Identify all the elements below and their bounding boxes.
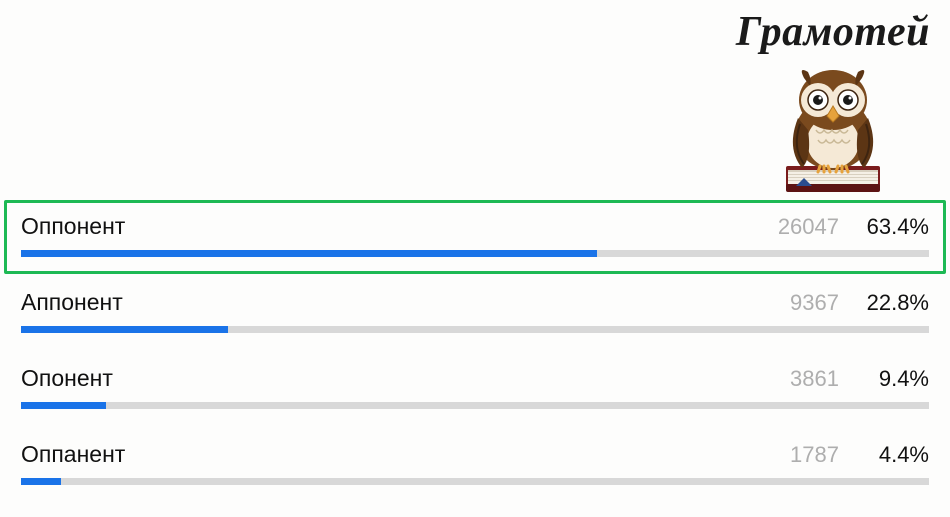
option-row-correct[interactable]: Оппонент 26047 63.4% (4, 200, 946, 274)
vote-percent: 9.4% (859, 366, 929, 392)
option-label: Аппонент (21, 289, 123, 316)
option-header: Аппонент 9367 22.8% (21, 289, 929, 316)
progress-fill (21, 250, 597, 257)
option-header: Опонент 3861 9.4% (21, 365, 929, 392)
vote-percent: 22.8% (859, 290, 929, 316)
option-row[interactable]: Аппонент 9367 22.8% (4, 276, 946, 350)
option-stats: 1787 4.4% (790, 442, 929, 468)
option-label: Оппонент (21, 213, 125, 240)
progress-fill (21, 478, 61, 485)
option-stats: 9367 22.8% (790, 290, 929, 316)
vote-percent: 63.4% (859, 214, 929, 240)
brand-header: Грамотей (736, 8, 930, 203)
option-stats: 26047 63.4% (778, 214, 929, 240)
progress-track (21, 250, 929, 257)
option-label: Опонент (21, 365, 113, 392)
spelling-options: Оппонент 26047 63.4% Аппонент 9367 22.8%… (4, 200, 946, 504)
vote-count: 9367 (790, 290, 839, 316)
vote-percent: 4.4% (859, 442, 929, 468)
progress-fill (21, 326, 228, 333)
option-stats: 3861 9.4% (790, 366, 929, 392)
progress-track (21, 402, 929, 409)
progress-track (21, 326, 929, 333)
option-header: Оппонент 26047 63.4% (21, 213, 929, 240)
option-row[interactable]: Оппанент 1787 4.4% (4, 428, 946, 502)
progress-fill (21, 402, 106, 409)
option-row[interactable]: Опонент 3861 9.4% (4, 352, 946, 426)
vote-count: 26047 (778, 214, 839, 240)
progress-track (21, 478, 929, 485)
vote-count: 1787 (790, 442, 839, 468)
brand-title: Грамотей (736, 8, 930, 56)
option-label: Оппанент (21, 441, 125, 468)
option-header: Оппанент 1787 4.4% (21, 441, 929, 468)
owl-on-book-icon (768, 58, 898, 203)
vote-count: 3861 (790, 366, 839, 392)
